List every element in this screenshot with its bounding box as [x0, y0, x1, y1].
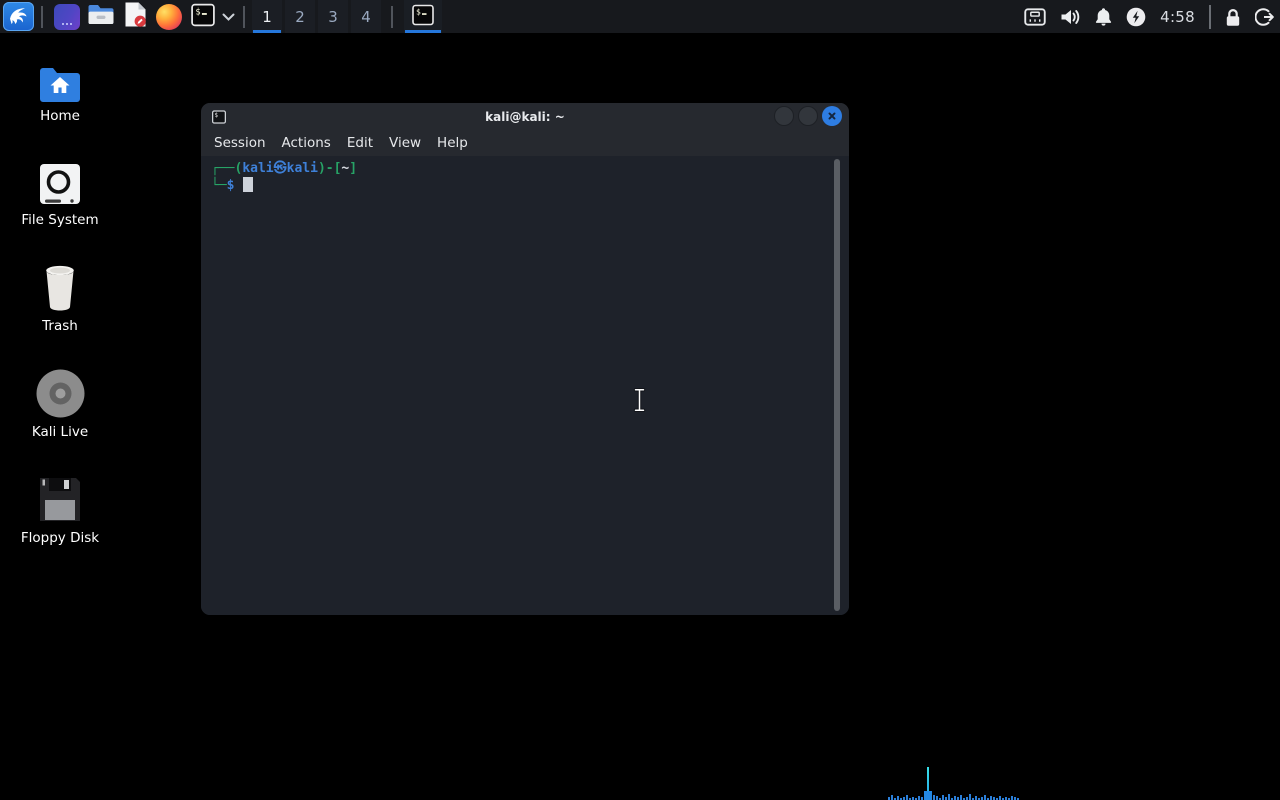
svg-text:$: $ [416, 7, 421, 16]
menu-session[interactable]: Session [214, 135, 266, 151]
panel-separator [243, 5, 245, 28]
desktop-icon-home[interactable]: Home [8, 52, 112, 124]
prompt-frame-bottom: └─ [211, 178, 227, 193]
system-tray: 4:58 [1024, 0, 1275, 33]
firefox-icon [156, 3, 182, 30]
minimize-button[interactable] [774, 106, 794, 126]
workspace-3-label: 3 [328, 7, 338, 26]
menu-view[interactable]: View [389, 135, 421, 151]
window-terminal-icon: $ [212, 109, 226, 128]
desktop-icon-label: File System [21, 212, 99, 228]
window-titlebar[interactable]: $ kali@kali: ~ [201, 103, 849, 130]
window-title: kali@kali: ~ [485, 109, 565, 124]
workspace-2-label: 2 [295, 7, 305, 26]
launcher-text-editor[interactable] [120, 2, 150, 32]
cpu-graph[interactable] [888, 767, 1021, 800]
ibeam-mouse-cursor [632, 387, 647, 417]
disc-icon [36, 368, 85, 418]
workspace-1-label: 1 [262, 7, 272, 26]
volume-icon[interactable] [1060, 8, 1081, 26]
qterminal-window: $ kali@kali: ~ Session Actions Edit View… [201, 103, 849, 615]
prompt-separator: )-[ [317, 161, 342, 176]
svg-text:$: $ [215, 113, 219, 119]
desktop-icon-label: Kali Live [31, 424, 89, 440]
workspace-4-label: 4 [361, 7, 371, 26]
logout-icon[interactable] [1255, 7, 1275, 27]
power-manager-icon[interactable] [1126, 7, 1146, 27]
launcher-firefox[interactable] [154, 2, 184, 32]
file-manager-folder-icon [87, 3, 115, 30]
close-button[interactable] [822, 106, 842, 126]
workspace-2[interactable]: 2 [285, 0, 315, 33]
desktop-icon-label: Trash [42, 318, 78, 334]
terminal-scrollbar[interactable] [834, 159, 840, 611]
workspace-4[interactable]: 4 [351, 0, 381, 33]
window-menubar: Session Actions Edit View Help [201, 130, 849, 156]
network-icon[interactable] [1024, 7, 1046, 26]
kali-menu-button[interactable] [3, 2, 34, 31]
prompt-user: kali㉿kali [242, 161, 318, 176]
launcher-file-manager[interactable] [86, 2, 116, 32]
notifications-bell-icon[interactable] [1095, 7, 1112, 26]
prompt-bracket: ] [349, 161, 358, 176]
launcher-terminal-emulator[interactable] [52, 2, 82, 32]
taskbar-qterminal-window-button[interactable]: $ [404, 0, 442, 33]
desktop-icon-file-system[interactable]: File System [8, 156, 112, 228]
prompt-frame-top: ┌──( [211, 161, 243, 176]
qterminal-dropdown-button[interactable] [220, 2, 236, 32]
terminal-emulator-icon [54, 3, 80, 30]
desktop-icon-label: Home [40, 108, 80, 124]
drive-icon [39, 156, 81, 206]
panel-separator [41, 5, 43, 28]
clock[interactable]: 4:58 [1160, 8, 1195, 26]
qterminal-icon: $ [191, 3, 215, 31]
home-folder-icon [38, 52, 82, 102]
panel-separator [391, 5, 393, 28]
desktop-icon-floppy-disk[interactable]: Floppy Disk [8, 474, 112, 546]
floppy-disk-icon [37, 474, 83, 524]
desktop-icon-label: Floppy Disk [20, 530, 100, 546]
window-controls [774, 106, 842, 126]
kali-dragon-icon [7, 3, 31, 31]
maximize-button[interactable] [798, 106, 818, 126]
shell-prompt: ┌──(kali㉿kali)-[~] └─$ [201, 156, 849, 194]
trash-can-icon [40, 262, 80, 312]
terminal-cursor [243, 177, 254, 192]
workspace-3[interactable]: 3 [318, 0, 348, 33]
menu-help[interactable]: Help [437, 135, 468, 151]
chevron-down-icon [222, 7, 235, 26]
prompt-char: $ [226, 178, 235, 193]
desktop-icon-trash[interactable]: Trash [8, 262, 112, 334]
desktop[interactable]: $ 1 2 3 4 $ 4:58 Home File System Trash … [0, 0, 1280, 800]
tray-separator [1209, 4, 1211, 29]
menu-edit[interactable]: Edit [347, 135, 373, 151]
terminal-screen[interactable]: ┌──(kali㉿kali)-[~] └─$ [201, 156, 849, 615]
workspace-1[interactable]: 1 [252, 0, 282, 33]
launcher-qterminal[interactable]: $ [188, 2, 218, 32]
lock-screen-icon[interactable] [1225, 7, 1241, 27]
desktop-icon-kali-live[interactable]: Kali Live [8, 368, 112, 440]
qterminal-icon: $ [412, 4, 434, 30]
text-editor-icon [124, 1, 147, 32]
menu-actions[interactable]: Actions [282, 135, 331, 151]
svg-text:$: $ [195, 7, 200, 17]
